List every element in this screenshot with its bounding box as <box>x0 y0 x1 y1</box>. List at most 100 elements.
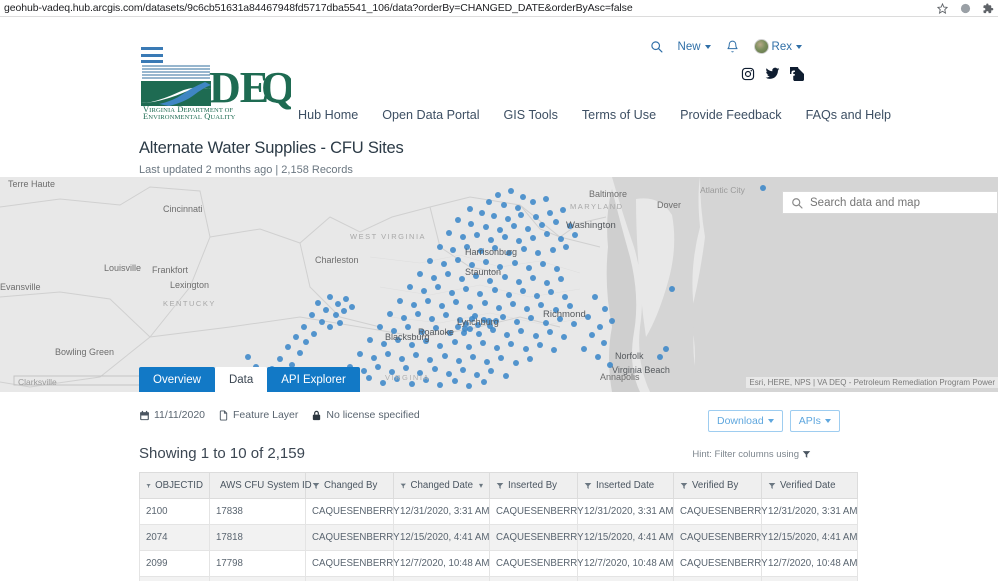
svg-text:VIRGINIA DEPARTMENT OF: VIRGINIA DEPARTMENT OF <box>143 105 233 114</box>
table-row[interactable]: 2073 17778 CAQUESENBERRY 12/4/2020, 5:32… <box>139 576 858 581</box>
column-label: Inserted By <box>508 480 558 491</box>
map-label: Lexington <box>170 280 209 290</box>
data-table-section: Showing 1 to 10 of 2,159 Hint: Filter co… <box>139 445 858 581</box>
nav-item-open-data-portal[interactable]: Open Data Portal <box>382 108 479 122</box>
column-header-objectid[interactable]: OBJECTID <box>139 472 210 499</box>
column-header-changed-by[interactable]: Changed By <box>305 472 394 499</box>
map-label: Norfolk <box>615 351 644 361</box>
apis-button-label: APIs <box>798 415 821 427</box>
cell-changed-date: 12/7/2020, 10:48 AM <box>393 550 490 577</box>
hamburger-icon[interactable] <box>141 47 163 63</box>
map-label: Virginia Beach <box>612 365 670 375</box>
apis-button[interactable]: APIs <box>789 410 840 432</box>
cell-changed-by: CAQUESENBERRY <box>305 498 400 525</box>
map-label: Bowling Green <box>55 347 114 357</box>
map-label: Harrisonburg <box>465 247 517 257</box>
filter-icon <box>400 483 406 488</box>
nav-item-faqs-and-help[interactable]: FAQs and Help <box>806 108 891 122</box>
nav-item-hub-home[interactable]: Hub Home <box>298 108 358 122</box>
map-label: Washington <box>566 220 616 231</box>
column-header-aws-cfu-system-id[interactable]: AWS CFU System ID <box>209 472 312 499</box>
cell-inserted-by: CAQUESENBERRY <box>489 498 584 525</box>
cell-objectid: 2073 <box>139 576 210 581</box>
map-label: Clarksville <box>18 377 57 387</box>
account-utility-bar: New Rex <box>650 39 802 54</box>
map-label: Atlantic City <box>700 185 746 195</box>
user-menu-button[interactable]: Rex <box>753 39 802 54</box>
tab-data[interactable]: Data <box>214 367 268 392</box>
cell-system-id: 17818 <box>209 524 306 551</box>
extensions-icon[interactable] <box>983 3 994 14</box>
map-label: Blacksburg <box>385 332 430 342</box>
search-icon[interactable] <box>650 40 663 53</box>
cell-verified-by: CAQUESENBERRY <box>673 498 768 525</box>
profile-icon[interactable] <box>960 3 971 14</box>
cell-system-id: 17778 <box>209 576 306 581</box>
map-label: Richmond <box>543 309 586 320</box>
map-label: Evansville <box>0 282 41 292</box>
column-label: Changed Date <box>410 480 473 491</box>
filter-icon <box>496 482 504 489</box>
browser-url-bar[interactable]: geohub-vadeq.hub.arcgis.com/datasets/9c6… <box>0 0 998 17</box>
lock-icon <box>313 410 321 420</box>
filter-icon <box>584 482 592 489</box>
svg-text:ENVIRONMENTAL QUALITY: ENVIRONMENTAL QUALITY <box>143 112 236 120</box>
cell-objectid: 2099 <box>139 550 210 577</box>
column-label: AWS CFU System ID <box>220 480 312 491</box>
download-button[interactable]: Download <box>708 410 783 432</box>
column-header-verified-date[interactable]: Verified Date <box>761 472 858 499</box>
cell-changed-date: 12/31/2020, 3:31 AM <box>393 498 490 525</box>
nav-item-gis-tools[interactable]: GIS Tools <box>504 108 558 122</box>
column-header-inserted-by[interactable]: Inserted By <box>489 472 578 499</box>
table-body: 2100 17838 CAQUESENBERRY 12/31/2020, 3:3… <box>139 498 858 581</box>
file-icon <box>219 409 228 421</box>
filter-icon <box>768 482 776 489</box>
table-row[interactable]: 2099 17798 CAQUESENBERRY 12/7/2020, 10:4… <box>139 550 858 577</box>
record-range-label: Showing 1 to 10 of 2,159 <box>139 445 305 462</box>
column-label: Changed By <box>324 480 378 491</box>
chevron-down-icon <box>767 419 774 423</box>
nav-item-terms-of-use[interactable]: Terms of Use <box>582 108 656 122</box>
cell-verified-date: 12/4/2020, 5:32 AM <box>761 576 858 581</box>
bell-icon[interactable] <box>726 40 739 53</box>
star-icon[interactable] <box>937 3 948 14</box>
deq-logo[interactable]: DE Q VIRGINIA DEPARTMENT OF ENVIRONMENTA… <box>139 62 291 120</box>
cell-objectid: 2100 <box>139 498 210 525</box>
new-menu-button[interactable]: New <box>678 41 711 53</box>
map-label: Cincinnati <box>163 204 203 214</box>
tab-overview[interactable]: Overview <box>139 367 215 392</box>
column-header-verified-by[interactable]: Verified By <box>673 472 762 499</box>
dataset-tabs: Overview Data API Explorer <box>139 367 360 392</box>
facebook-icon[interactable] <box>786 61 805 86</box>
map-label: Baltimore <box>589 189 627 199</box>
column-label: OBJECTID <box>155 480 203 491</box>
table-column-header-row: OBJECTID AWS CFU System ID Changed By Ch… <box>139 472 858 499</box>
table-row[interactable]: 2074 17818 CAQUESENBERRY 12/15/2020, 4:4… <box>139 524 858 551</box>
nav-item-provide-feedback[interactable]: Provide Feedback <box>680 108 782 122</box>
filter-hint: Hint: Filter columns using <box>692 449 811 462</box>
cell-inserted-by: CAQUESENBERRY <box>489 550 584 577</box>
map-label: VIRGINIA <box>385 373 430 382</box>
download-button-label: Download <box>717 415 764 427</box>
meta-license-label: No license specified <box>326 409 420 421</box>
meta-license: No license specified <box>311 409 420 421</box>
svg-text:Q: Q <box>261 63 291 112</box>
map-label: Lynchburg <box>457 317 499 327</box>
column-header-changed-date[interactable]: Changed Date ▾ <box>393 472 490 499</box>
map-label: Staunton <box>465 267 501 277</box>
column-header-inserted-date[interactable]: Inserted Date <box>577 472 674 499</box>
search-input[interactable] <box>810 196 990 209</box>
new-menu-label: New <box>677 40 701 53</box>
map-canvas[interactable]: Terre Haute Cincinnati Louisville Frankfort… <box>0 177 998 392</box>
table-row[interactable]: 2100 17838 CAQUESENBERRY 12/31/2020, 3:3… <box>139 498 858 525</box>
tab-api-explorer[interactable]: API Explorer <box>267 367 360 392</box>
cell-verified-date: 12/31/2020, 3:31 AM <box>761 498 858 525</box>
filter-hint-label: Hint: Filter columns using <box>692 449 799 460</box>
twitter-icon[interactable] <box>765 66 780 86</box>
map-search-box[interactable] <box>782 191 998 214</box>
filter-icon <box>312 482 320 489</box>
cell-system-id: 17798 <box>209 550 306 577</box>
instagram-icon[interactable] <box>741 67 755 86</box>
avatar <box>753 39 769 54</box>
browser-chrome-icons <box>937 0 994 17</box>
